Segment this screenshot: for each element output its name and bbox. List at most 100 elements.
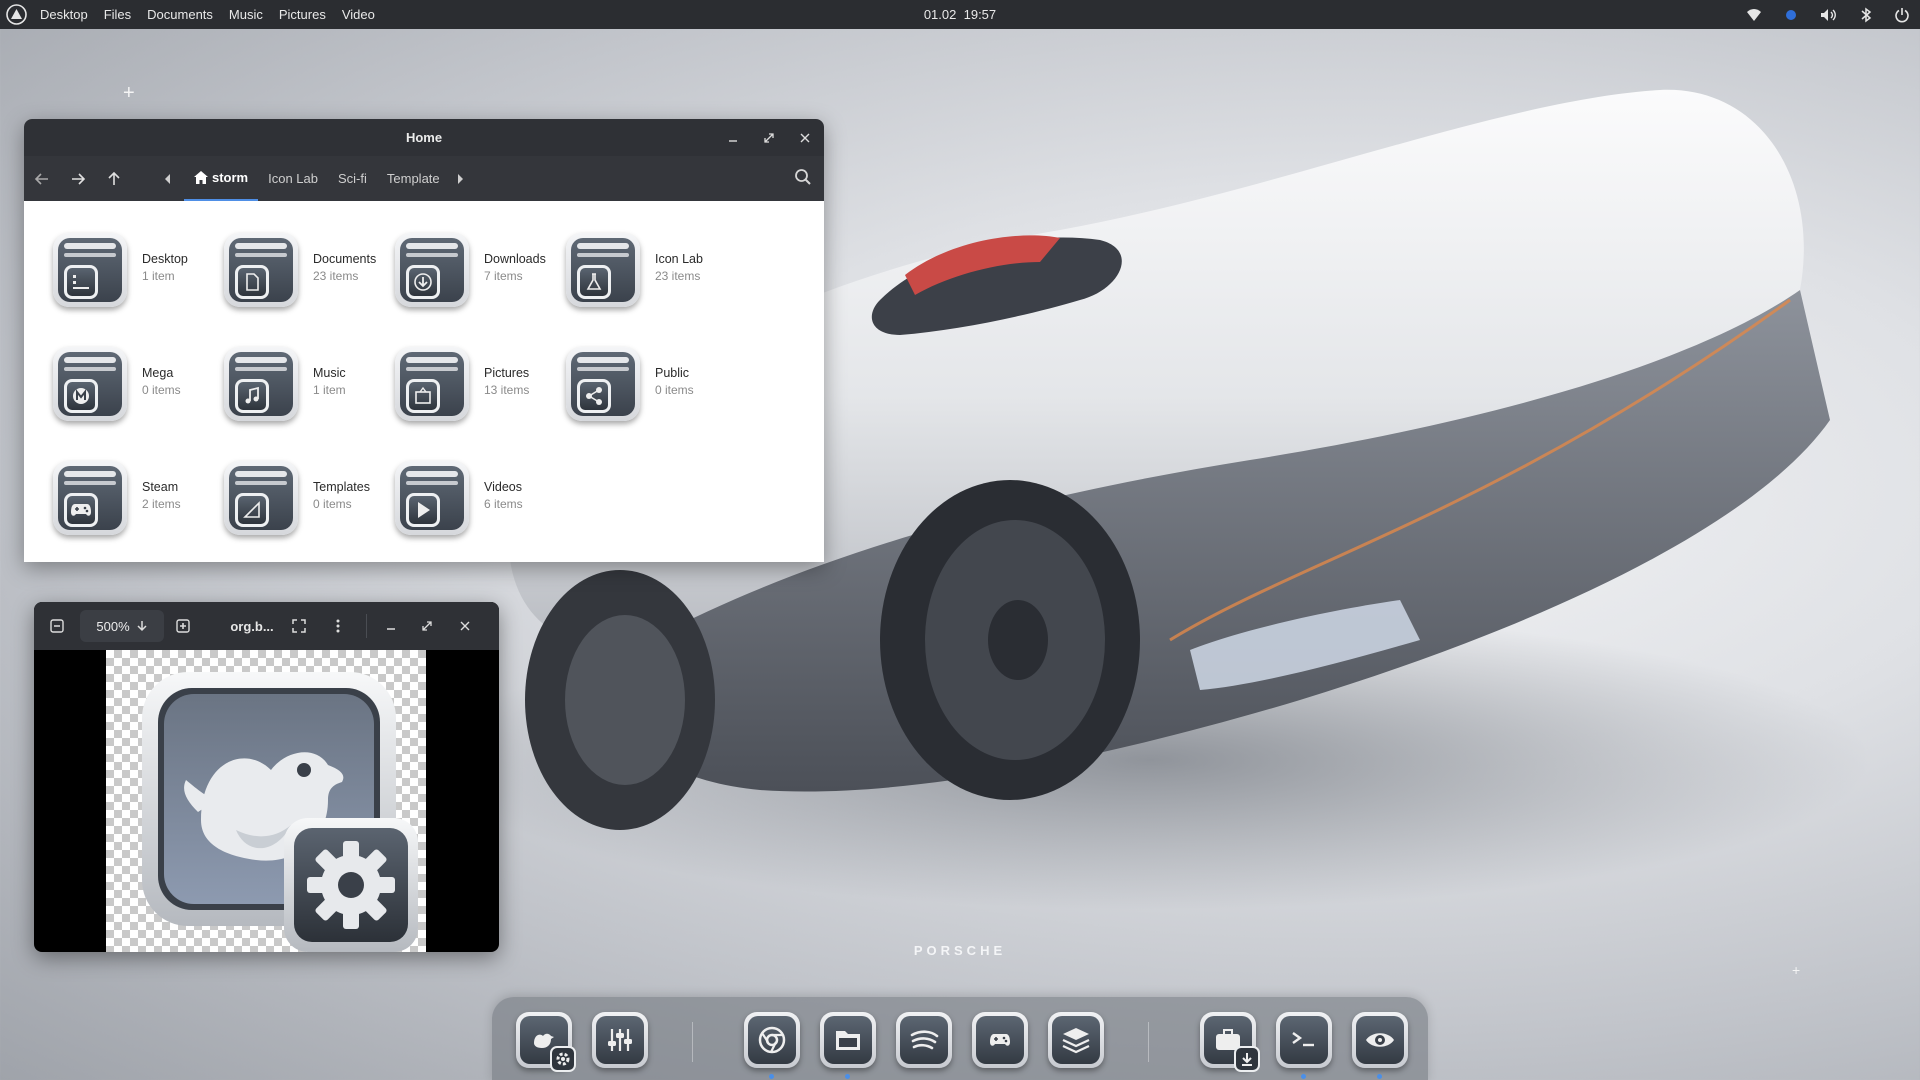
dock-app-terminal[interactable] [1276, 1012, 1332, 1068]
close-button[interactable] [454, 615, 476, 637]
breadcrumb-sci-fi[interactable]: Sci-fi [328, 156, 377, 201]
folder-item[interactable]: Music 1 item [219, 345, 390, 459]
desktop-corner-marker-icon: + [1792, 962, 1801, 978]
folder-item[interactable]: Downloads 7 items [390, 231, 561, 345]
dock-app-games[interactable] [972, 1012, 1028, 1068]
folder-label: Music 1 item [313, 365, 346, 399]
folder-icon [390, 459, 474, 543]
menu-button[interactable] [331, 615, 345, 637]
menu-documents[interactable]: Documents [147, 7, 213, 22]
breadcrumb-template[interactable]: Template [377, 156, 450, 201]
folder-label: Mega 0 items [142, 365, 181, 399]
close-button[interactable] [794, 127, 816, 149]
gamepad-icon [976, 1016, 1024, 1064]
folder-name: Videos [484, 480, 522, 494]
folder-label: Documents 23 items [313, 251, 376, 285]
up-arrow-icon[interactable] [106, 171, 122, 187]
menu-desktop[interactable]: Desktop [40, 7, 88, 22]
clock-date[interactable]: 01.02 [924, 7, 957, 22]
folder-icon [219, 345, 303, 429]
dock-app-mixer[interactable] [592, 1012, 648, 1068]
menu-files[interactable]: Files [104, 7, 131, 22]
folder-name: Downloads [484, 252, 546, 266]
folder-item[interactable]: Videos 6 items [390, 459, 561, 562]
minimize-button[interactable] [722, 127, 744, 149]
dock-app-browser[interactable] [744, 1012, 800, 1068]
bluetooth-icon[interactable] [1860, 7, 1872, 23]
notification-dot-icon[interactable] [1784, 8, 1798, 22]
dock-app-music-player[interactable] [896, 1012, 952, 1068]
folder-item[interactable]: Pictures 13 items [390, 345, 561, 459]
folder-item[interactable]: Documents 23 items [219, 231, 390, 345]
dock-app-image-viewer[interactable] [1352, 1012, 1408, 1068]
maximize-button[interactable] [758, 127, 780, 149]
terminal-icon [1280, 1016, 1328, 1064]
file-manager-toolbar: storm Icon Lab Sci-fi Template [24, 156, 824, 201]
breadcrumb-left-chevron-icon[interactable] [164, 173, 172, 184]
breadcrumb: storm Icon Lab Sci-fi Template [164, 156, 464, 201]
dock-app-files[interactable] [820, 1012, 876, 1068]
folder-item[interactable]: Desktop 1 item [48, 231, 219, 345]
folder-label: Templates 0 items [313, 479, 370, 513]
breadcrumb-icon-lab[interactable]: Icon Lab [258, 156, 328, 201]
folder-icon [390, 231, 474, 315]
menu-video[interactable]: Video [342, 7, 375, 22]
clock-time[interactable]: 19:57 [964, 7, 997, 22]
folder-item[interactable]: Public 0 items [561, 345, 732, 459]
folder-name: Icon Lab [655, 252, 703, 266]
folder-name: Documents [313, 252, 377, 266]
image-canvas[interactable] [106, 650, 426, 952]
folder-item[interactable]: Steam 2 items [48, 459, 219, 562]
folder-count: 13 items [484, 383, 530, 397]
system-logo-icon[interactable] [6, 4, 27, 25]
fullscreen-button[interactable] [288, 615, 310, 637]
navigation-buttons [34, 156, 122, 201]
download-icon [406, 265, 440, 299]
image-viewer-headerbar[interactable]: 500% org.b... [34, 602, 499, 650]
folder-name: Steam [142, 480, 179, 494]
folder-item[interactable]: Mega 0 items [48, 345, 219, 459]
minimize-button[interactable] [380, 615, 402, 637]
wifi-icon[interactable] [1746, 8, 1762, 22]
zoom-level-button[interactable]: 500% [80, 610, 164, 642]
top-panel: Desktop Files Documents Music Pictures V… [0, 0, 1920, 29]
dock-app-layers[interactable] [1048, 1012, 1104, 1068]
menu-pictures[interactable]: Pictures [279, 7, 326, 22]
menu-music[interactable]: Music [229, 7, 263, 22]
zoom-in-icon [176, 619, 190, 633]
folder-label: Downloads 7 items [484, 251, 546, 285]
dock-app-app-settings[interactable] [516, 1012, 576, 1072]
breadcrumb-storm[interactable]: storm [184, 156, 259, 201]
folder-count: 0 items [313, 497, 352, 511]
music-note-icon [235, 379, 269, 413]
flask-icon [577, 265, 611, 299]
maximize-button[interactable] [416, 615, 438, 637]
volume-icon[interactable] [1820, 8, 1838, 22]
forward-arrow-icon[interactable] [70, 171, 86, 187]
desktop-add-icon[interactable]: + [123, 83, 135, 103]
search-icon[interactable] [794, 168, 812, 186]
breadcrumb-right-chevron-icon[interactable] [456, 173, 464, 184]
badge-icon [1234, 1046, 1260, 1072]
folder-name: Templates [313, 480, 370, 494]
share-icon [577, 379, 611, 413]
file-manager-titlebar[interactable]: Home [24, 119, 824, 156]
fullscreen-icon [292, 619, 306, 633]
running-indicator [1377, 1074, 1382, 1079]
power-icon[interactable] [1894, 7, 1910, 23]
wallpaper-brand-text: PORSCHE [913, 943, 1007, 958]
picture-icon [406, 379, 440, 413]
folder-item[interactable]: Templates 0 items [219, 459, 390, 562]
zoom-out-button[interactable] [46, 615, 68, 637]
folder-item[interactable]: Icon Lab 23 items [561, 231, 732, 345]
zoom-in-button[interactable] [172, 615, 194, 637]
folder-icon [824, 1016, 872, 1064]
layers-icon [1052, 1016, 1100, 1064]
bird-settings-icon [142, 672, 418, 952]
dock-separator [692, 1022, 693, 1062]
folder-name: Public [655, 366, 690, 380]
dock-app-software-center[interactable] [1200, 1012, 1260, 1072]
folder-name: Desktop [142, 252, 188, 266]
folder-count: 2 items [142, 497, 181, 511]
back-arrow-icon[interactable] [34, 171, 50, 187]
